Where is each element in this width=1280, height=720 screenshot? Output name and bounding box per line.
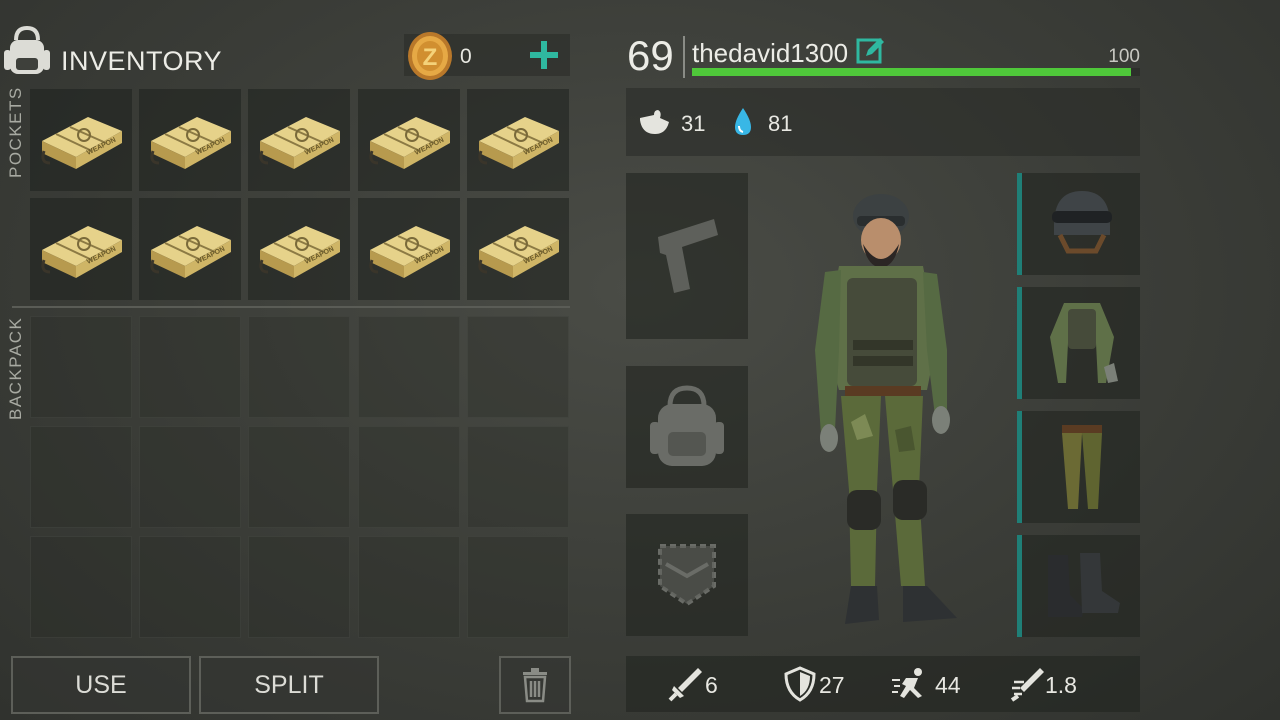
player-character [815,194,957,624]
pocket-slot-item[interactable]: WEAPON [467,198,569,300]
pants-slot[interactable] [1017,411,1140,523]
edit-icon[interactable] [856,36,886,66]
pocket-slot-item[interactable]: WEAPON [139,198,241,300]
backpack-slot-empty[interactable] [139,536,241,638]
backpack-slot-empty[interactable] [467,426,569,528]
weapon-crate-icon: WEAPON [41,226,122,278]
helmet-slot[interactable] [1017,173,1140,275]
weapon-crate-icon: WEAPON [259,117,340,169]
backpack-slot-empty[interactable] [467,316,569,418]
backpack-slot-empty[interactable] [248,536,350,638]
speed-runner-icon [892,668,922,698]
player-level: 69 [627,32,674,79]
svg-text:Z: Z [423,44,438,71]
jacket-slot[interactable] [1017,287,1140,399]
helmet-icon [1052,191,1112,254]
boots-icon [1048,553,1120,617]
weight-blade-icon [1010,668,1044,702]
backpack-slot-empty[interactable] [139,316,241,418]
add-coins-button[interactable] [524,36,564,74]
weapon-crate-icon: WEAPON [369,226,450,278]
weapon-crate-icon: WEAPON [41,117,122,169]
speed-value: 44 [935,672,961,698]
pocket-slot-item[interactable]: WEAPON [30,89,132,191]
backpack-slot-empty[interactable] [30,426,132,528]
coin-icon: Z [408,32,452,80]
weapon-crate-icon: WEAPON [369,117,450,169]
backpack-slot-empty[interactable] [358,426,460,528]
coin-count: 0 [460,45,472,68]
armor-shield-icon [784,666,816,702]
use-button[interactable]: USE [11,656,191,714]
water-value: 81 [768,111,793,136]
xp-fill [692,68,1132,76]
backpack-slot-empty[interactable] [139,426,241,528]
pocket-slot-item[interactable]: WEAPON [358,89,460,191]
trash-button[interactable] [499,656,571,714]
inventory-title: INVENTORY [61,46,223,76]
level-separator [683,36,685,78]
damage-value: 6 [705,672,718,698]
pocket-slot-item[interactable]: WEAPON [248,198,350,300]
backpack-label: BACKPACK [6,316,25,420]
jacket-icon [1050,303,1118,383]
trash-icon [523,668,547,703]
backpack-slot[interactable] [626,366,748,488]
food-icon [640,110,669,134]
pocket-icon [658,544,716,607]
backpack-slot-empty[interactable] [30,536,132,638]
pocket-slot-item[interactable]: WEAPON [139,89,241,191]
backpack-slot-empty[interactable] [248,316,350,418]
pants-icon [1062,425,1102,509]
backpack-slot-empty[interactable] [467,536,569,638]
damage-icon [668,668,702,702]
pockets-label: POCKETS [6,86,25,178]
backpack-slot-empty[interactable] [358,536,460,638]
water-drop-icon [735,108,751,135]
backpack-slot-empty[interactable] [30,316,132,418]
weapon-crate-icon: WEAPON [150,117,231,169]
xp-max: 100 [1108,46,1140,67]
split-button[interactable]: SPLIT [199,656,379,714]
pocket-slot-item[interactable]: WEAPON [248,89,350,191]
pocket-slot-item[interactable]: WEAPON [467,89,569,191]
backpack-slot-empty[interactable] [248,426,350,528]
section-divider [12,306,570,308]
backpack-icon [4,25,50,74]
player-username: thedavid1300 [692,38,849,68]
pocket-slot[interactable] [626,514,748,636]
pocket-slot-item[interactable]: WEAPON [30,198,132,300]
backpack-slot-empty[interactable] [358,316,460,418]
backpack-slot-icon [650,385,724,466]
weapon-slot[interactable] [626,173,748,339]
food-value: 31 [681,111,706,136]
weapon-crate-icon: WEAPON [478,117,559,169]
weapon-crate-icon: WEAPON [150,226,231,278]
armor-value: 27 [819,672,845,698]
weight-value: 1.8 [1045,672,1077,698]
pocket-slot-item[interactable]: WEAPON [358,198,460,300]
boots-slot[interactable] [1017,535,1140,637]
weapon-crate-icon: WEAPON [478,226,559,278]
pistol-icon [658,219,718,293]
weapon-crate-icon: WEAPON [259,226,340,278]
